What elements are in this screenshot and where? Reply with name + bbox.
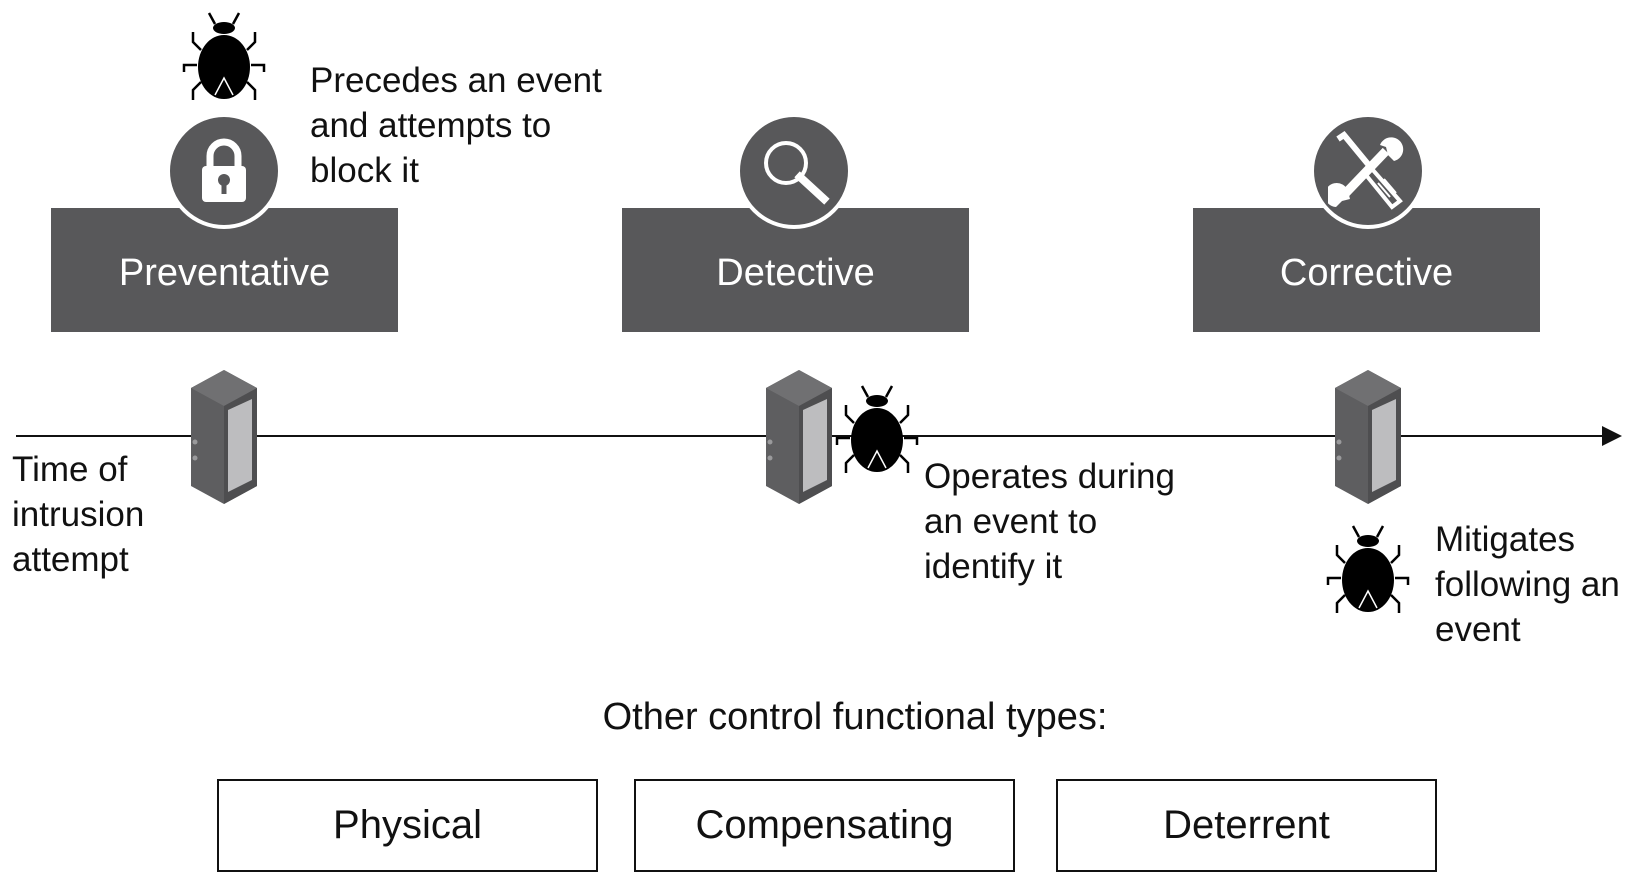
type-label: Deterrent: [1163, 803, 1330, 847]
other-types-title: Other control functional types:: [602, 696, 1108, 738]
timeline-arrowhead: [1602, 426, 1622, 446]
server-icon: [1335, 370, 1401, 504]
type-box-compensating: Compensating: [634, 779, 1015, 872]
description-line: following an: [1435, 565, 1620, 604]
description-line: an event to: [924, 502, 1098, 541]
preventative-label: Preventative: [118, 251, 331, 294]
detective-label: Detective: [716, 251, 875, 294]
timeline-label: Time of intrusion attempt: [12, 447, 144, 582]
corrective-icon-badge: [1310, 113, 1426, 229]
type-label: Compensating: [695, 803, 954, 847]
timeline-label-line: Time of: [12, 450, 128, 489]
description-line: and attempts to: [310, 106, 552, 145]
type-label: Physical: [333, 803, 482, 847]
timeline-label-line: intrusion: [12, 495, 145, 534]
magnifier-icon: [764, 141, 830, 205]
description-line: Mitigates: [1435, 520, 1576, 559]
timeline-label-line: attempt: [12, 540, 129, 579]
bug-icon: [1323, 523, 1413, 617]
bug-icon: [832, 383, 922, 477]
lock-icon: [202, 138, 246, 202]
description-line: event: [1435, 610, 1521, 649]
preventative-icon-badge: [166, 113, 282, 229]
type-box-physical: Physical: [217, 779, 598, 872]
description-line: block it: [310, 151, 419, 190]
tools-icon: [1328, 131, 1404, 210]
preventative-description: Precedes an event and attempts to block …: [310, 58, 602, 193]
description-line: Precedes an event: [310, 61, 602, 100]
corrective-description: Mitigates following an event: [1435, 517, 1620, 652]
server-icon: [766, 370, 832, 504]
detective-description: Operates during an event to identify it: [924, 454, 1175, 589]
description-line: identify it: [924, 547, 1063, 586]
corrective-label: Corrective: [1279, 251, 1454, 294]
bug-icon: [179, 10, 269, 104]
type-box-deterrent: Deterrent: [1056, 779, 1437, 872]
description-line: Operates during: [924, 457, 1175, 496]
detective-icon-badge: [736, 113, 852, 229]
server-icon: [191, 370, 257, 504]
